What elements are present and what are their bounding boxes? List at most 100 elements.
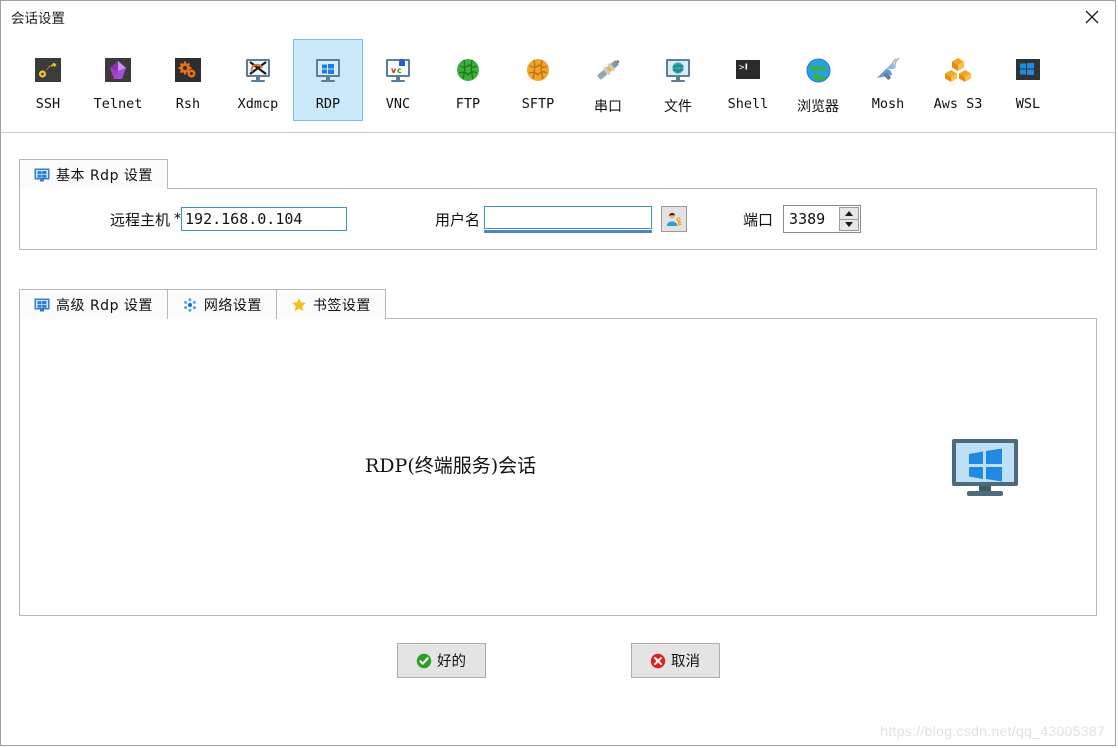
protocol-item-ftp[interactable]: FTP — [433, 39, 503, 121]
port-value[interactable]: 3389 — [784, 206, 839, 232]
monitor-icon — [34, 168, 50, 182]
user-picker-icon — [665, 210, 683, 228]
terminal-icon: > — [733, 48, 763, 92]
port-group: 端口 3389 — [743, 205, 862, 233]
vnc-monitor-icon: v c — [383, 48, 413, 92]
protocol-item-file[interactable]: 文件 — [643, 39, 713, 121]
tab-label: 高级 Rdp 设置 — [56, 297, 153, 314]
protocol-toolbar: SSH Telnet Rsh Xdmcp RDP v c VNC FTP SFT… — [1, 33, 1115, 133]
username-group: 用户名 — [435, 205, 688, 233]
port-decrement-button[interactable] — [839, 219, 860, 231]
protocol-label: FTP — [455, 96, 481, 112]
x-circle-icon — [650, 653, 666, 669]
protocol-label: RDP — [315, 96, 341, 112]
protocol-label: SFTP — [521, 96, 555, 112]
basic-tabstrip: 基本 Rdp 设置 — [19, 158, 1097, 189]
arrow-down-icon — [845, 222, 854, 228]
protocol-item-shell[interactable]: > Shell — [713, 39, 783, 121]
globe-icon — [805, 48, 832, 92]
windows-monitor-icon — [313, 48, 343, 92]
aws-cubes-icon — [944, 48, 972, 92]
protocol-label: VNC — [385, 96, 411, 112]
basic-settings-panel: 远程主机 * 用户名 — [19, 188, 1097, 250]
port-label: 端口 — [743, 210, 774, 229]
protocol-label: Rsh — [175, 96, 201, 112]
protocol-label: Mosh — [871, 96, 905, 112]
protocol-label: 浏览器 — [797, 99, 839, 115]
monitor-icon — [34, 298, 50, 312]
tab-bookmark-settings[interactable]: 书签设置 — [276, 289, 386, 319]
protocol-item-wsl[interactable]: WSL — [993, 39, 1063, 121]
session-settings-window: 会话设置 SSH Telnet Rsh Xdmcp RDP v c VNC FT… — [0, 0, 1116, 746]
tab-advanced-rdp-settings[interactable]: 高级 Rdp 设置 — [19, 289, 168, 319]
host-label: 远程主机 — [110, 210, 171, 229]
check-circle-icon — [416, 653, 432, 669]
watermark: https://blog.csdn.net/qq_43005387 — [880, 723, 1105, 739]
protocol-label: SSH — [35, 96, 61, 112]
globe-monitor-icon — [663, 48, 693, 92]
protocol-item-sftp[interactable]: SFTP — [503, 39, 573, 121]
windows-icon — [1014, 48, 1042, 92]
network-dots-icon — [182, 297, 198, 312]
close-icon — [1085, 10, 1099, 24]
host-required-mark: * — [174, 211, 182, 227]
protocol-item-rsh[interactable]: Rsh — [153, 39, 223, 121]
serial-plug-icon — [593, 48, 623, 92]
port-stepper[interactable]: 3389 — [783, 205, 862, 233]
protocol-item-telnet[interactable]: Telnet — [83, 39, 153, 121]
basic-settings-group: 基本 Rdp 设置 远程主机 * 用户名 — [19, 158, 1097, 250]
protocol-label: Aws S3 — [933, 96, 983, 112]
protocol-item-browser[interactable]: 浏览器 — [783, 39, 853, 121]
star-icon — [291, 297, 307, 312]
key-icon — [34, 48, 62, 92]
ok-button-label: 好的 — [437, 654, 466, 670]
rdp-session-caption: RDP(终端服务)会话 — [365, 455, 537, 477]
tab-label: 书签设置 — [312, 297, 371, 314]
protocol-item-mosh[interactable]: Mosh — [853, 39, 923, 121]
svg-text:c: c — [397, 66, 402, 75]
title-bar: 会话设置 — [1, 1, 1115, 33]
cancel-button[interactable]: 取消 — [630, 643, 720, 678]
close-button[interactable] — [1069, 1, 1115, 33]
user-picker-button[interactable] — [661, 206, 688, 232]
username-label: 用户名 — [435, 210, 481, 229]
protocol-label: 文件 — [664, 99, 692, 115]
cancel-button-label: 取消 — [671, 654, 700, 670]
advanced-settings-panel: RDP(终端服务)会话 — [19, 318, 1097, 616]
green-globe-icon — [455, 48, 481, 92]
satellite-icon — [873, 48, 903, 92]
protocol-label: Xdmcp — [237, 96, 279, 112]
tab-label: 网络设置 — [203, 297, 262, 314]
tab-label: 基本 Rdp 设置 — [56, 167, 153, 184]
svg-text:>: > — [739, 63, 745, 73]
port-stepper-buttons — [839, 207, 860, 231]
page-title: 会话设置 — [11, 11, 65, 27]
protocol-label: WSL — [1015, 96, 1041, 112]
protocol-item-aws-s3[interactable]: Aws S3 — [923, 39, 993, 121]
protocol-item-serial[interactable]: 串口 — [573, 39, 643, 121]
advanced-tabstrip: 高级 Rdp 设置 网络设置 书签设置 — [19, 288, 1097, 319]
protocol-label: Shell — [727, 96, 769, 112]
dialog-footer: 好的 取消 — [1, 643, 1115, 678]
protocol-item-rdp[interactable]: RDP — [293, 39, 363, 121]
protocol-label: 串口 — [594, 99, 622, 115]
tab-network-settings[interactable]: 网络设置 — [167, 289, 277, 319]
protocol-label: Telnet — [93, 96, 143, 112]
gears-icon — [174, 48, 202, 92]
protocol-item-ssh[interactable]: SSH — [13, 39, 83, 121]
username-underline — [484, 229, 653, 233]
advanced-settings-group: 高级 Rdp 设置 网络设置 书签设置 RDP(终端服务)会话 — [19, 288, 1097, 616]
arrow-up-icon — [845, 210, 854, 216]
ok-button[interactable]: 好的 — [396, 643, 486, 678]
orange-globe-icon — [525, 48, 551, 92]
remote-host-input[interactable] — [181, 207, 348, 231]
protocol-item-vnc[interactable]: v c VNC — [363, 39, 433, 121]
x-monitor-icon — [243, 48, 273, 92]
tab-basic-rdp-settings[interactable]: 基本 Rdp 设置 — [19, 159, 168, 189]
protocol-item-xdmcp[interactable]: Xdmcp — [223, 39, 293, 121]
username-input[interactable] — [484, 205, 653, 229]
gem-icon — [104, 48, 132, 92]
username-field-wrap — [484, 205, 653, 233]
port-increment-button[interactable] — [839, 207, 860, 220]
windows-monitor-large-icon — [950, 437, 1020, 504]
